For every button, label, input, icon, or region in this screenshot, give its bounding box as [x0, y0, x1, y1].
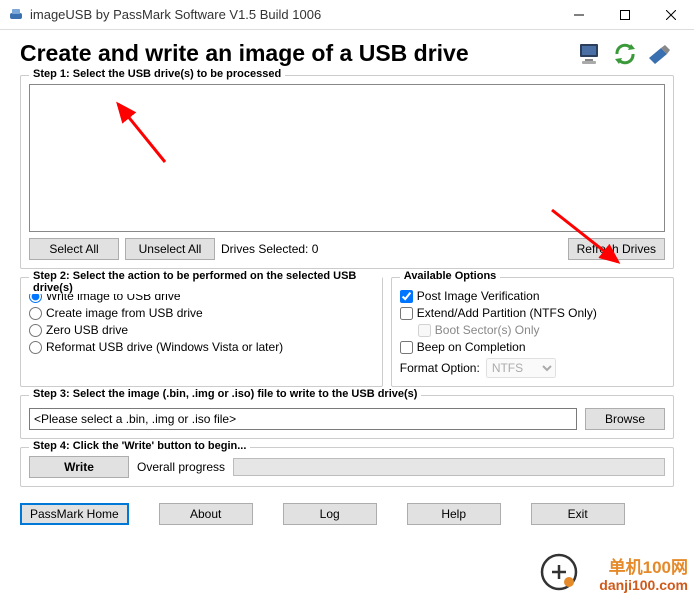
footer: PassMark Home About Log Help Exit — [0, 495, 694, 525]
step1-group: Step 1: Select the USB drive(s) to be pr… — [20, 75, 674, 269]
computer-icon — [576, 41, 606, 67]
step2-group: Step 2: Select the action to be performe… — [20, 277, 383, 387]
passmark-home-button[interactable]: PassMark Home — [20, 503, 129, 525]
refresh-arrows-icon — [610, 41, 640, 67]
write-button[interactable]: Write — [29, 456, 129, 478]
options-legend: Available Options — [400, 270, 501, 282]
overall-progress-bar — [233, 458, 665, 476]
log-button[interactable]: Log — [283, 503, 377, 525]
step4-legend: Step 4: Click the 'Write' button to begi… — [29, 440, 250, 452]
radio-zero-drive[interactable]: Zero USB drive — [29, 323, 374, 337]
format-option-select[interactable]: NTFS — [486, 358, 556, 378]
select-all-button[interactable]: Select All — [29, 238, 119, 260]
exit-button[interactable]: Exit — [531, 503, 625, 525]
close-button[interactable] — [648, 0, 694, 30]
check-extend-partition[interactable]: Extend/Add Partition (NTFS Only) — [400, 306, 665, 320]
unselect-all-button[interactable]: Unselect All — [125, 238, 215, 260]
usb-drive-icon — [644, 41, 674, 67]
page-title: Create and write an image of a USB drive — [20, 40, 576, 67]
about-button[interactable]: About — [159, 503, 253, 525]
window-title: imageUSB by PassMark Software V1.5 Build… — [30, 7, 556, 22]
refresh-drives-button[interactable]: Refresh Drives — [568, 238, 665, 260]
format-option-label: Format Option: — [400, 361, 480, 375]
watermark-badge-icon — [540, 553, 578, 591]
check-beep[interactable]: Beep on Completion — [400, 340, 665, 354]
radio-reformat-drive[interactable]: Reformat USB drive (Windows Vista or lat… — [29, 340, 374, 354]
options-group: Available Options Post Image Verificatio… — [391, 277, 674, 387]
minimize-button[interactable] — [556, 0, 602, 30]
titlebar: imageUSB by PassMark Software V1.5 Build… — [0, 0, 694, 30]
app-icon — [8, 7, 24, 23]
radio-create-image[interactable]: Create image from USB drive — [29, 306, 374, 320]
watermark: 单机100网 danji100.com — [599, 559, 688, 593]
drive-list[interactable] — [29, 84, 665, 232]
check-post-verify[interactable]: Post Image Verification — [400, 289, 665, 303]
drives-selected-label: Drives Selected: 0 — [221, 242, 318, 256]
step4-group: Step 4: Click the 'Write' button to begi… — [20, 447, 674, 487]
browse-button[interactable]: Browse — [585, 408, 665, 430]
help-button[interactable]: Help — [407, 503, 501, 525]
step1-legend: Step 1: Select the USB drive(s) to be pr… — [29, 68, 285, 80]
maximize-button[interactable] — [602, 0, 648, 30]
step3-legend: Step 3: Select the image (.bin, .img or … — [29, 388, 421, 400]
check-boot-sector: Boot Sector(s) Only — [418, 323, 665, 337]
step2-legend: Step 2: Select the action to be performe… — [29, 270, 382, 294]
image-file-input[interactable] — [29, 408, 577, 430]
step3-group: Step 3: Select the image (.bin, .img or … — [20, 395, 674, 439]
progress-label: Overall progress — [137, 460, 225, 474]
